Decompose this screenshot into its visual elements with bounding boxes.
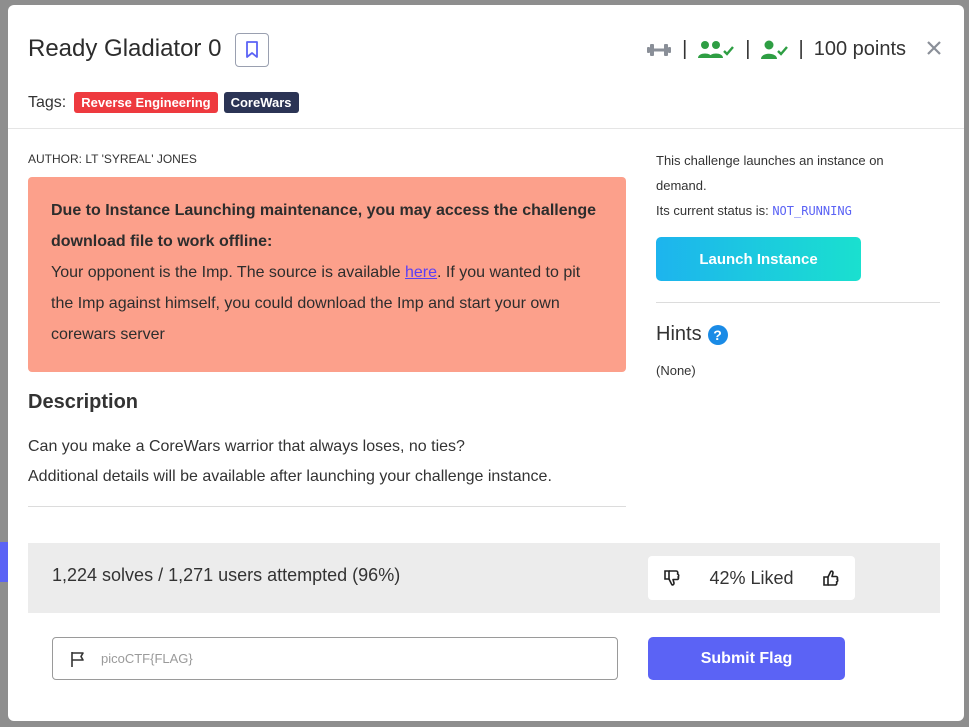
thumbs-up-icon[interactable] <box>821 568 841 588</box>
challenge-meta: | | | 100 points <box>646 38 906 61</box>
maintenance-alert: Due to Instance Launching maintenance, y… <box>28 177 626 372</box>
thumbs-down-icon[interactable] <box>662 568 682 588</box>
separator: | <box>798 38 804 60</box>
hints-title: Hints <box>656 323 702 345</box>
flag-input[interactable] <box>101 651 581 666</box>
separator: | <box>745 38 751 60</box>
flag-icon <box>71 651 84 667</box>
tag-corewars[interactable]: CoreWars <box>223 92 299 113</box>
solves-text: 1,224 solves / 1,271 users attempted (96… <box>52 565 401 585</box>
alert-text-before-link: Your opponent is the Imp. The source is … <box>51 264 405 281</box>
divider <box>656 302 940 303</box>
user-check-icon <box>760 40 788 59</box>
question-circle-icon[interactable]: ? <box>707 324 728 345</box>
points-label: 100 points <box>813 38 906 60</box>
author-label: AUTHOR: LT 'SYREAL' JONES <box>28 152 197 166</box>
flag-input-container <box>52 637 618 680</box>
description-text: Can you make a CoreWars warrior that alw… <box>28 432 552 492</box>
tags-label: Tags: <box>28 93 67 111</box>
hints-heading: Hints ? <box>656 323 728 346</box>
alert-body: Your opponent is the Imp. The source is … <box>51 257 603 350</box>
submit-flag-button[interactable]: Submit Flag <box>648 637 845 680</box>
tag-reverse-engineering[interactable]: Reverse Engineering <box>74 92 218 113</box>
liked-percentage: 42% Liked <box>709 567 794 588</box>
close-button[interactable] <box>926 33 942 61</box>
like-box: 42% Liked <box>648 556 855 600</box>
instance-status-value: NOT_RUNNING <box>772 204 852 218</box>
tags-row: Tags: Reverse Engineering CoreWars <box>28 92 299 113</box>
close-icon <box>927 41 941 55</box>
users-check-icon <box>698 40 735 58</box>
launch-instance-button[interactable]: Launch Instance <box>656 237 861 281</box>
separator: | <box>682 38 688 60</box>
divider <box>28 506 626 507</box>
challenge-modal: Ready Gladiator 0 | | | 100 points Tags:… <box>8 5 964 721</box>
hints-value: (None) <box>656 363 696 378</box>
instance-status-label: Its current status is: <box>656 203 773 218</box>
description-title: Description <box>28 391 139 413</box>
challenge-title: Ready Gladiator 0 <box>28 35 222 62</box>
modal-header: Ready Gladiator 0 | | | 100 points Tags:… <box>8 5 964 129</box>
stats-bar: 1,224 solves / 1,271 users attempted (96… <box>28 543 940 613</box>
bookmark-icon <box>246 41 258 58</box>
description-line: Additional details will be available aft… <box>28 468 552 485</box>
instance-info: This challenge launches an instance on d… <box>656 148 926 224</box>
source-download-link[interactable]: here <box>405 264 437 281</box>
dumbbell-icon <box>647 43 672 56</box>
description-line: Can you make a CoreWars warrior that alw… <box>28 438 465 455</box>
alert-heading: Due to Instance Launching maintenance, y… <box>51 202 597 250</box>
bookmark-button[interactable] <box>235 33 269 67</box>
instance-status-line: Its current status is: NOT_RUNNING <box>656 198 926 224</box>
instance-info-text: This challenge launches an instance on d… <box>656 153 884 193</box>
